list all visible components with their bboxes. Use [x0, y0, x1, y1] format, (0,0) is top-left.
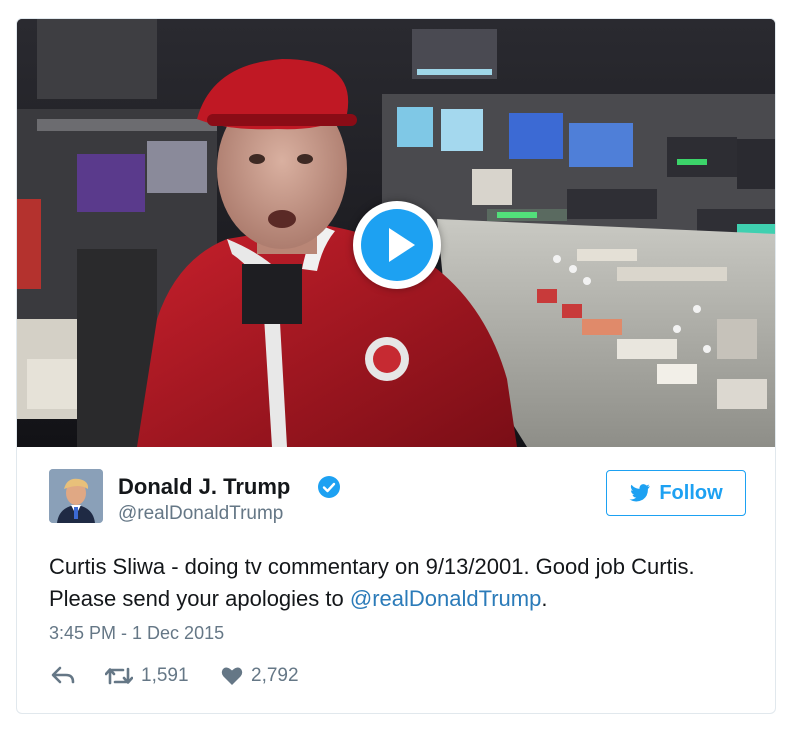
retweet-icon [105, 667, 133, 685]
retweet-action[interactable]: 1,591 [105, 665, 189, 687]
retweet-count: 1,591 [141, 665, 189, 686]
tweet-text: Curtis Sliwa - doing tv commentary on 9/… [49, 551, 749, 615]
author-avatar[interactable] [49, 469, 103, 523]
follow-button-label: Follow [659, 481, 723, 504]
tweet-text-end: . [541, 586, 548, 611]
twitter-bird-icon [629, 484, 651, 502]
follow-button[interactable]: Follow [606, 470, 746, 516]
author-name[interactable]: Donald J. Trump [118, 474, 290, 500]
verified-badge-icon [318, 476, 340, 498]
play-icon [389, 228, 415, 262]
play-button-circle [361, 209, 433, 281]
tweet-card: Donald J. Trump @realDonaldTrump Follow … [16, 18, 776, 714]
reply-icon [51, 666, 75, 684]
video-thumbnail[interactable] [17, 19, 775, 447]
like-count: 2,792 [251, 665, 299, 686]
heart-icon [221, 667, 243, 685]
mention-link[interactable]: @realDonaldTrump [350, 586, 541, 611]
play-button[interactable] [353, 201, 441, 289]
tweet-timestamp[interactable]: 3:45 PM - 1 Dec 2015 [49, 623, 224, 644]
author-handle[interactable]: @realDonaldTrump [118, 503, 283, 525]
like-action[interactable]: 2,792 [221, 665, 299, 687]
avatar-image [49, 469, 103, 523]
reply-action[interactable] [51, 665, 75, 685]
